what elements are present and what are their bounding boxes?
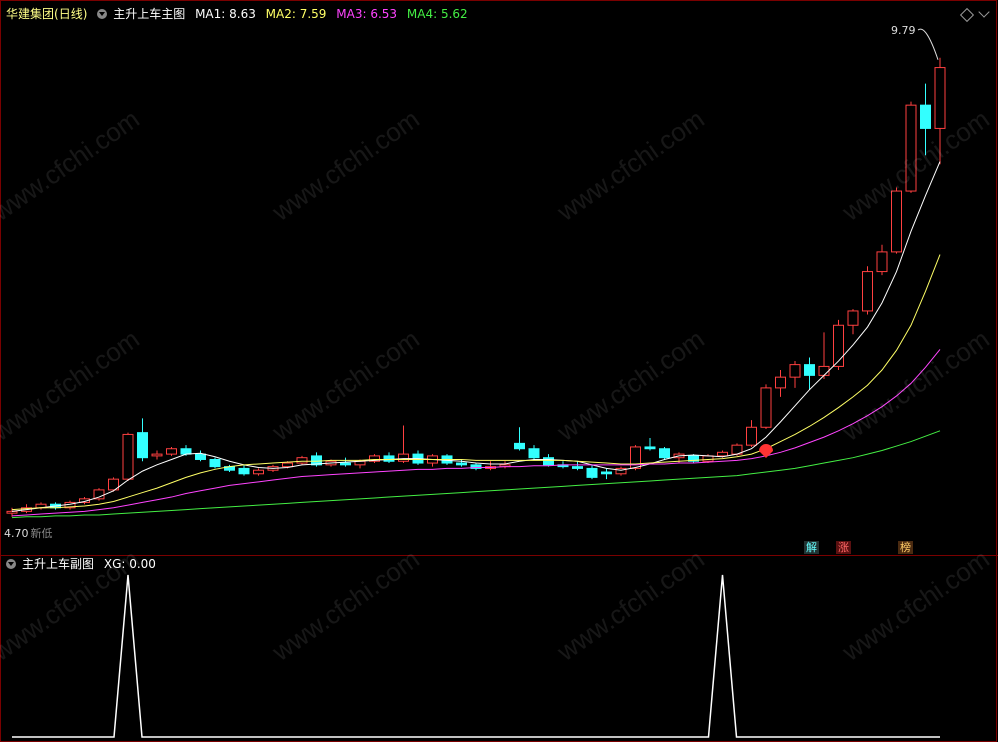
- candle-body: [253, 469, 264, 475]
- candle-body: [151, 453, 163, 457]
- ma1-label: MA1: 8.63: [195, 7, 256, 21]
- candle-body: [572, 466, 583, 469]
- candle-body: [238, 467, 250, 475]
- dropdown-icon[interactable]: [97, 9, 108, 19]
- main-indicator-name[interactable]: 主升上车主图: [113, 7, 185, 21]
- candle-body: [789, 364, 801, 378]
- candle-body: [340, 462, 351, 466]
- candle-body: [195, 453, 206, 460]
- candle-body: [282, 462, 293, 468]
- low-price-value: 4.70: [4, 527, 29, 540]
- stock-name[interactable]: 华建集团: [6, 7, 54, 21]
- candle-body: [6, 510, 18, 514]
- xg-label: XG: 0.00: [103, 557, 156, 571]
- ma4-label: MA4: 5.62: [406, 7, 468, 21]
- low-price-label: 4.70 新低: [4, 527, 59, 541]
- candle-body: [528, 448, 540, 459]
- candle-body: [122, 433, 134, 480]
- badge-jie[interactable]: 解: [804, 541, 819, 554]
- main-panel-header: 华建集团(日线) 主升上车主图 MA1: 8.63 MA2: 7.59 MA3:…: [6, 7, 474, 21]
- candle-body: [644, 446, 656, 450]
- candle-body: [818, 365, 830, 376]
- candle-body: [296, 457, 308, 464]
- candle-body: [383, 455, 395, 462]
- candle-body: [137, 432, 148, 459]
- high-arrow: [917, 28, 939, 60]
- high-price-label: 9.79: [891, 24, 916, 37]
- candle-body: [702, 455, 714, 462]
- ma2-label: MA2: 7.59: [265, 7, 327, 21]
- candle-body: [833, 324, 844, 367]
- signal-marker: [759, 444, 773, 459]
- candle-body: [760, 387, 772, 428]
- candle-body: [934, 67, 946, 129]
- ma-line-ma2: [11, 254, 941, 511]
- candle-body: [775, 376, 786, 389]
- xg-line: [12, 574, 940, 738]
- sub-panel-header: 主升上车副图 XG: 0.00: [6, 557, 162, 571]
- ma-line-ma4: [11, 430, 941, 519]
- candle-body: [891, 190, 902, 253]
- main-panel-frame: [0, 0, 997, 742]
- candle-body: [166, 448, 177, 455]
- candle-body: [905, 104, 917, 192]
- candle-body: [717, 451, 728, 457]
- ma-line-ma1: [11, 161, 941, 512]
- low-price-suffix: 新低: [30, 527, 53, 540]
- candle-body: [398, 453, 409, 462]
- candle-body: [601, 471, 612, 475]
- chart-svg: [0, 0, 998, 742]
- marker-layer: [759, 28, 939, 459]
- candles-layer: [6, 57, 946, 517]
- candle-body: [920, 104, 931, 129]
- candle-body: [180, 448, 192, 455]
- candle-body: [659, 448, 670, 459]
- sub-indicator-name[interactable]: 主升上车副图: [22, 557, 94, 571]
- sub-layer: [12, 574, 940, 738]
- badge-bang[interactable]: 榜: [898, 541, 913, 554]
- candle-body: [804, 364, 815, 376]
- candle-body: [862, 271, 873, 312]
- badge-zhang[interactable]: 涨: [836, 541, 851, 554]
- period-label: (日线): [54, 7, 88, 21]
- candle-body: [847, 310, 859, 326]
- dropdown-icon[interactable]: [6, 559, 16, 569]
- candle-body: [586, 467, 598, 478]
- candle-body: [746, 426, 757, 446]
- candle-body: [876, 251, 888, 273]
- candle-body: [456, 462, 467, 466]
- candle-body: [543, 457, 554, 466]
- chart-stage: www.cfchi.com www.cfchi.com www.cfchi.co…: [0, 0, 998, 742]
- candle-body: [209, 458, 221, 468]
- ma-line-ma3: [11, 349, 941, 517]
- candle-body: [514, 442, 525, 450]
- ma3-label: MA3: 6.53: [336, 7, 398, 21]
